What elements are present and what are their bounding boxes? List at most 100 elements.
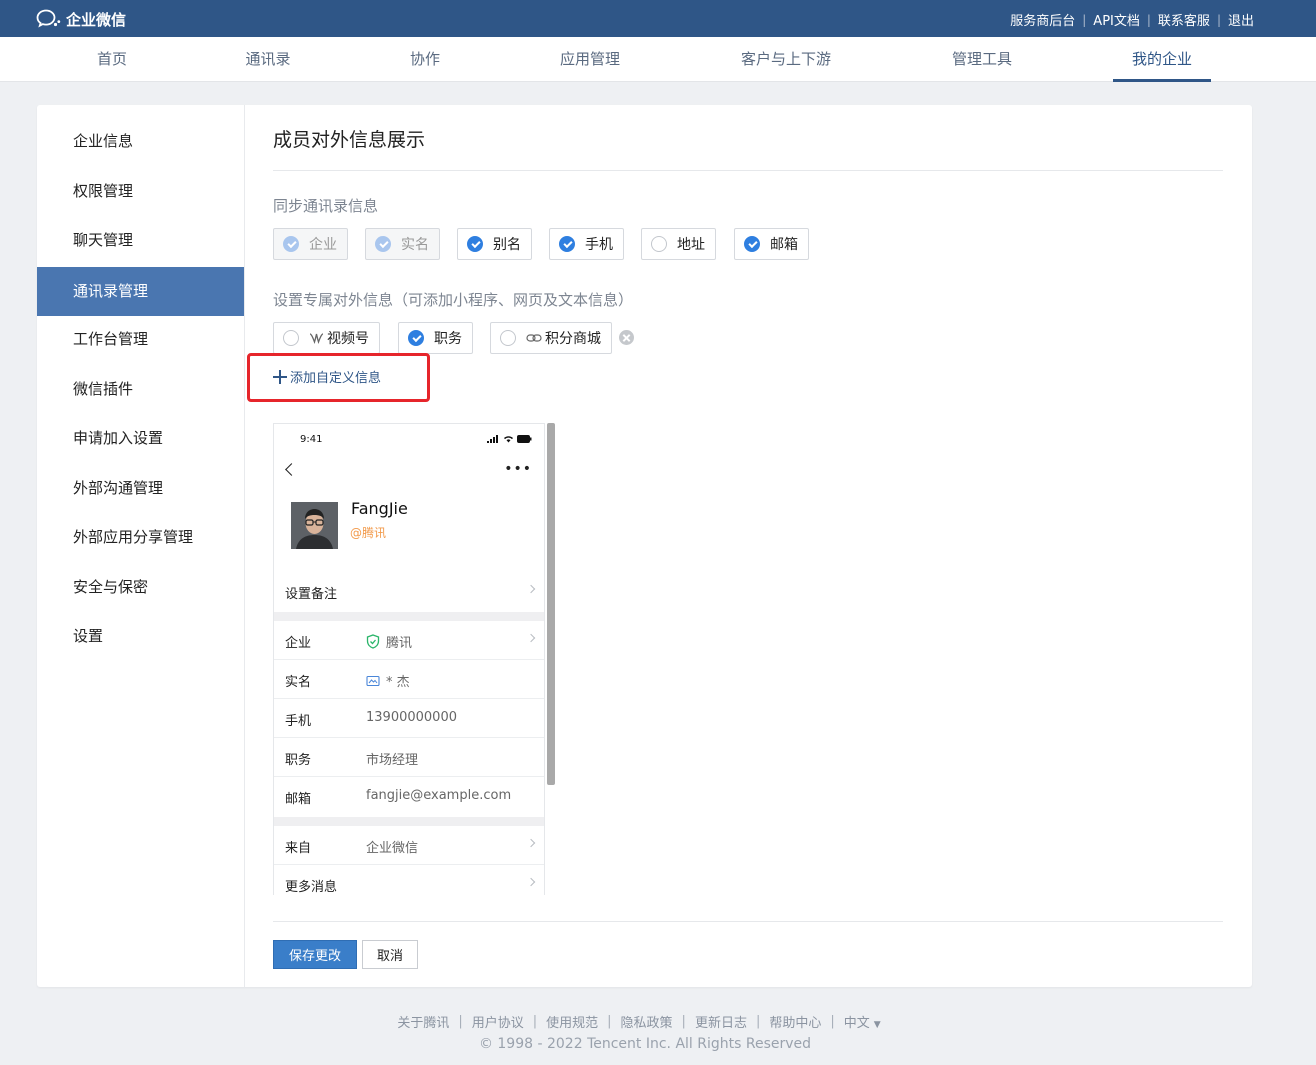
info-row-enterprise[interactable]: 企业 腾讯: [274, 621, 544, 660]
sync-option-mobile[interactable]: 手机: [549, 228, 624, 260]
footer-link-user-agreement[interactable]: 用户协议: [472, 1012, 524, 1031]
checkbox-checked-icon: [559, 236, 575, 252]
chip-label: 企业: [309, 237, 337, 253]
sidebar-item-enterprise-info[interactable]: 企业信息: [37, 117, 244, 166]
sidebar-item-contacts-management[interactable]: 通讯录管理: [37, 267, 244, 316]
info-row-title: 职务 市场经理: [274, 738, 544, 777]
sidebar-item-security[interactable]: 安全与保密: [37, 563, 244, 612]
sync-option-realname[interactable]: 实名: [365, 228, 440, 260]
divider: |: [458, 1014, 463, 1029]
footer-link-about[interactable]: 关于腾讯: [397, 1012, 449, 1031]
checkbox-unchecked-icon: [651, 236, 667, 252]
caret-down-icon: ▼: [873, 1020, 881, 1030]
nav-home[interactable]: 首页: [75, 37, 149, 82]
footer-link-privacy[interactable]: 隐私政策: [621, 1012, 673, 1031]
verified-shield-icon: [366, 634, 380, 649]
cancel-button[interactable]: 取消: [362, 940, 418, 969]
checkbox-unchecked-icon: [500, 330, 516, 346]
link-provider-console[interactable]: 服务商后台: [1010, 10, 1075, 29]
chevron-right-icon: [526, 838, 536, 848]
custom-option-points-mall[interactable]: 积分商城: [490, 322, 612, 354]
sidebar-item-workbench[interactable]: 工作台管理: [37, 315, 244, 364]
chip-label: 手机: [585, 237, 613, 253]
custom-option-title[interactable]: 职务: [398, 322, 473, 354]
footer-link-help[interactable]: 帮助中心: [769, 1012, 821, 1031]
sync-option-email[interactable]: 邮箱: [734, 228, 809, 260]
row-value: 企业微信: [366, 841, 419, 856]
main-nav: 首页 通讯录 协作 应用管理 客户与上下游 管理工具 我的企业: [0, 37, 1316, 82]
sidebar-item-settings[interactable]: 设置: [37, 612, 244, 661]
checkbox-unchecked-icon: [283, 330, 299, 346]
chip-label: 实名: [401, 237, 429, 253]
divider: [273, 170, 1223, 171]
nav-customers[interactable]: 客户与上下游: [727, 37, 845, 82]
nav-app-management[interactable]: 应用管理: [545, 37, 635, 82]
link-contact-support[interactable]: 联系客服: [1158, 10, 1210, 29]
divider: |: [755, 1014, 761, 1029]
remark-row[interactable]: 设置备注: [274, 572, 544, 611]
chevron-right-icon: [526, 633, 536, 643]
chip-label: 邮箱: [770, 237, 798, 253]
nav-my-enterprise[interactable]: 我的企业: [1113, 37, 1211, 82]
sidebar-item-external-app-share[interactable]: 外部应用分享管理: [37, 513, 244, 562]
sidebar-item-chat[interactable]: 聊天管理: [37, 216, 244, 265]
chip-label: 积分商城: [545, 331, 601, 347]
footer-link-changelog[interactable]: 更新日志: [695, 1012, 747, 1031]
logo[interactable]: 企业微信: [36, 8, 126, 30]
divider: |: [1146, 12, 1151, 27]
chevron-right-icon: [526, 877, 536, 887]
row-value-wrap: * 杰: [366, 671, 410, 690]
info-row-source[interactable]: 来自 企业微信: [274, 826, 544, 865]
profile-preview: 9:41 ••• FangJie @腾讯 设置备注 企业 腾讯 实名 * 杰 手…: [273, 423, 545, 895]
row-label: 企业: [285, 636, 312, 651]
preview-scrollbar[interactable]: [547, 423, 555, 785]
row-value: 腾讯: [386, 636, 413, 651]
language-select[interactable]: 中文 ▼: [844, 1012, 881, 1031]
id-card-icon: [366, 675, 380, 686]
checkbox-checked-icon: [408, 330, 424, 346]
copyright: © 1998 - 2022 Tencent Inc. All Rights Re…: [478, 1036, 812, 1052]
sidebar-item-join-settings[interactable]: 申请加入设置: [37, 414, 244, 463]
row-value: fangjie@example.com: [366, 788, 512, 803]
wifi-icon: [504, 436, 513, 443]
divider: |: [830, 1014, 835, 1029]
row-value-wrap: 腾讯: [366, 632, 412, 651]
sidebar-item-wechat-plugin[interactable]: 微信插件: [37, 365, 244, 414]
info-row-email[interactable]: 邮箱 fangjie@example.com: [274, 777, 544, 816]
sync-option-enterprise[interactable]: 企业: [273, 228, 348, 260]
footer-link-usage-rules[interactable]: 使用规范: [546, 1012, 598, 1031]
divider: [274, 612, 544, 621]
checkbox-checked-disabled-icon: [375, 236, 391, 252]
nav-contacts[interactable]: 通讯录: [231, 37, 305, 82]
row-value: 市场经理: [366, 753, 419, 768]
custom-option-channels[interactable]: 视频号: [273, 322, 380, 354]
status-time: 9:41: [300, 434, 323, 445]
link-logout[interactable]: 退出: [1228, 10, 1254, 29]
save-button[interactable]: 保存更改: [273, 940, 357, 969]
more-icon[interactable]: •••: [504, 461, 532, 477]
link-api-docs[interactable]: API文档: [1093, 10, 1140, 29]
highlight-annotation: [247, 353, 430, 402]
nav-collaboration[interactable]: 协作: [388, 37, 462, 82]
sync-section-label: 同步通讯录信息: [273, 197, 379, 215]
checkbox-checked-disabled-icon: [283, 236, 299, 252]
sync-option-address[interactable]: 地址: [641, 228, 716, 260]
sync-option-alias[interactable]: 别名: [457, 228, 532, 260]
remove-option-icon[interactable]: [619, 330, 634, 345]
divider: |: [1216, 12, 1221, 27]
checkbox-checked-icon: [467, 236, 483, 252]
sidebar-item-external-communication[interactable]: 外部沟通管理: [37, 464, 244, 513]
main-panel: 企业信息 权限管理 聊天管理 通讯录管理 工作台管理 微信插件 申请加入设置 外…: [37, 105, 1252, 987]
sidebar-item-permissions[interactable]: 权限管理: [37, 167, 244, 216]
row-label: 手机: [285, 714, 312, 729]
divider: [273, 921, 1223, 922]
back-icon[interactable]: [285, 463, 298, 476]
info-row-mobile[interactable]: 手机 13900000000: [274, 699, 544, 738]
nav-admin-tools[interactable]: 管理工具: [937, 37, 1027, 82]
row-label: 更多消息: [285, 880, 338, 895]
info-row-more-messages[interactable]: 更多消息: [274, 865, 544, 895]
top-links: 服务商后台 | API文档 | 联系客服 | 退出: [1010, 10, 1254, 30]
language-label: 中文: [843, 1016, 870, 1031]
profile-name: FangJie: [351, 499, 408, 518]
chevron-right-icon: [526, 584, 536, 594]
